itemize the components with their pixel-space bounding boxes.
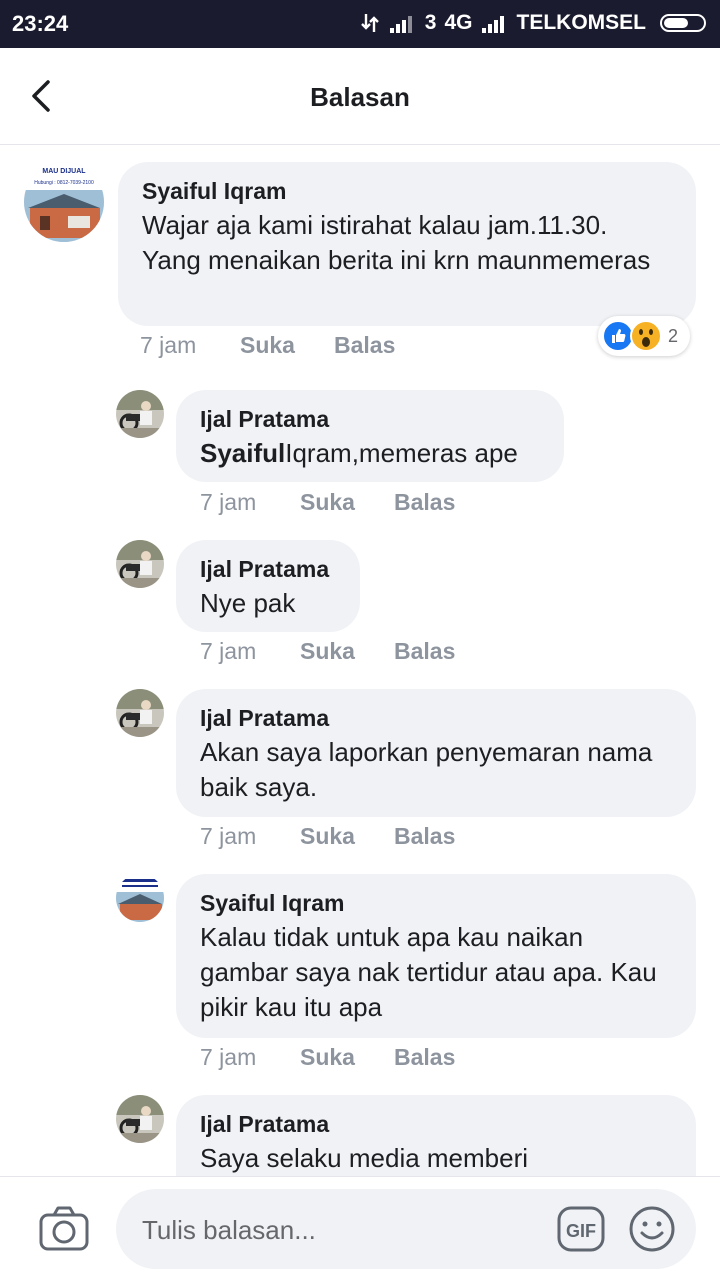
avatar-caption: Hubungi : 0812-7039-2100 bbox=[34, 180, 94, 186]
carrier-name: TELKOMSEL bbox=[516, 11, 647, 34]
header: Balasan bbox=[0, 48, 720, 145]
network-label-2: 4G bbox=[444, 11, 473, 34]
avatar[interactable] bbox=[116, 1095, 164, 1143]
comment-author[interactable]: Ijal Pratama bbox=[200, 1109, 672, 1139]
like-button[interactable]: Suka bbox=[300, 823, 394, 850]
like-button[interactable]: Suka bbox=[300, 1044, 394, 1071]
comment-author[interactable]: Ijal Pratama bbox=[200, 554, 336, 584]
like-button[interactable]: Suka bbox=[300, 638, 394, 665]
reply-button[interactable]: Balas bbox=[394, 489, 455, 516]
gif-icon[interactable]: GIF bbox=[556, 1205, 606, 1253]
comment-bubble[interactable]: Syaiful Iqram Kalau tidak untuk apa kau … bbox=[176, 874, 696, 1038]
comment-author[interactable]: Ijal Pratama bbox=[200, 404, 540, 434]
comment-actions: 7 jam Suka Balas bbox=[140, 332, 395, 359]
status-indicators: 3 4G TELKOMSEL bbox=[359, 11, 706, 35]
comment-actions: 7 jam Suka Balas bbox=[200, 1044, 455, 1071]
avatar[interactable]: MAU DIJUAL Hubungi : 0812-7039-2100 bbox=[24, 162, 104, 242]
comment-text: SyaifulIqram,memeras ape bbox=[200, 436, 540, 471]
avatar[interactable] bbox=[116, 540, 164, 588]
emoji-icon[interactable] bbox=[628, 1205, 676, 1253]
comment-time: 7 jam bbox=[140, 332, 197, 358]
comment-actions: 7 jam Suka Balas bbox=[200, 638, 455, 665]
reply-button[interactable]: Balas bbox=[394, 1044, 455, 1071]
avatar[interactable] bbox=[116, 390, 164, 438]
avatar[interactable] bbox=[116, 874, 164, 922]
reply-button[interactable]: Balas bbox=[394, 823, 455, 850]
comment-text: Kalau tidak untuk apa kau naikan gambar … bbox=[200, 922, 657, 1022]
network-label-1: 3 bbox=[424, 11, 437, 34]
comment-time: 7 jam bbox=[200, 489, 257, 515]
comment-author[interactable]: Syaiful Iqram bbox=[200, 888, 672, 918]
wow-reaction-icon bbox=[630, 320, 662, 352]
reply-composer: GIF bbox=[0, 1176, 720, 1280]
comment-text-body: Iqram,memeras ape bbox=[285, 438, 518, 468]
avatar-caption: MAU DIJUAL bbox=[42, 168, 86, 175]
reply-button[interactable]: Balas bbox=[394, 638, 455, 665]
comment-author[interactable]: Syaiful Iqram bbox=[142, 176, 672, 206]
reaction-summary[interactable]: 2 bbox=[598, 316, 690, 356]
battery-icon bbox=[660, 14, 706, 32]
comment-actions: 7 jam Suka Balas bbox=[200, 823, 455, 850]
page-title: Balasan bbox=[310, 82, 410, 112]
comment-text: Saya selaku media memberi bbox=[200, 1143, 529, 1173]
mention-link[interactable]: Syaiful bbox=[200, 438, 285, 468]
comment-text: Nye pak bbox=[200, 588, 296, 618]
comment-actions: 7 jam Suka Balas bbox=[200, 489, 455, 516]
like-button[interactable]: Suka bbox=[300, 489, 394, 516]
comment-bubble[interactable]: Ijal Pratama SyaifulIqram,memeras ape bbox=[176, 390, 564, 482]
status-time: 23:24 bbox=[12, 11, 69, 36]
avatar[interactable] bbox=[116, 689, 164, 737]
data-transfer-icon bbox=[360, 14, 379, 32]
status-bar: 23:24 3 4G TELKOMSEL bbox=[0, 0, 720, 48]
reply-button[interactable]: Balas bbox=[334, 332, 395, 359]
gif-label: GIF bbox=[566, 1221, 596, 1241]
comment-text: Wajar aja kami istirahat kalau jam.11.30… bbox=[142, 210, 651, 275]
comment-time: 7 jam bbox=[200, 1044, 257, 1070]
comment-bubble[interactable]: Syaiful Iqram Wajar aja kami istirahat k… bbox=[118, 162, 696, 326]
replies-panel: Balasan MAU DIJUAL Hubungi : 0812-7039-2… bbox=[0, 48, 720, 1280]
comment-author[interactable]: Ijal Pratama bbox=[200, 703, 672, 733]
reaction-count: 2 bbox=[668, 325, 679, 346]
reply-input-container[interactable]: GIF bbox=[116, 1189, 696, 1271]
comment-time: 7 jam bbox=[200, 638, 257, 664]
like-button[interactable]: Suka bbox=[240, 332, 334, 359]
comment-text: Akan saya laporkan penyemaran nama baik … bbox=[200, 737, 653, 802]
reply-input[interactable] bbox=[140, 1189, 524, 1271]
signal-icon bbox=[481, 16, 504, 33]
comment-bubble[interactable]: Ijal Pratama Akan saya laporkan penyemar… bbox=[176, 689, 696, 817]
signal-icon bbox=[389, 16, 412, 33]
camera-icon[interactable] bbox=[38, 1203, 90, 1255]
comment-time: 7 jam bbox=[200, 823, 257, 849]
comment-bubble[interactable]: Ijal Pratama Nye pak bbox=[176, 540, 360, 632]
